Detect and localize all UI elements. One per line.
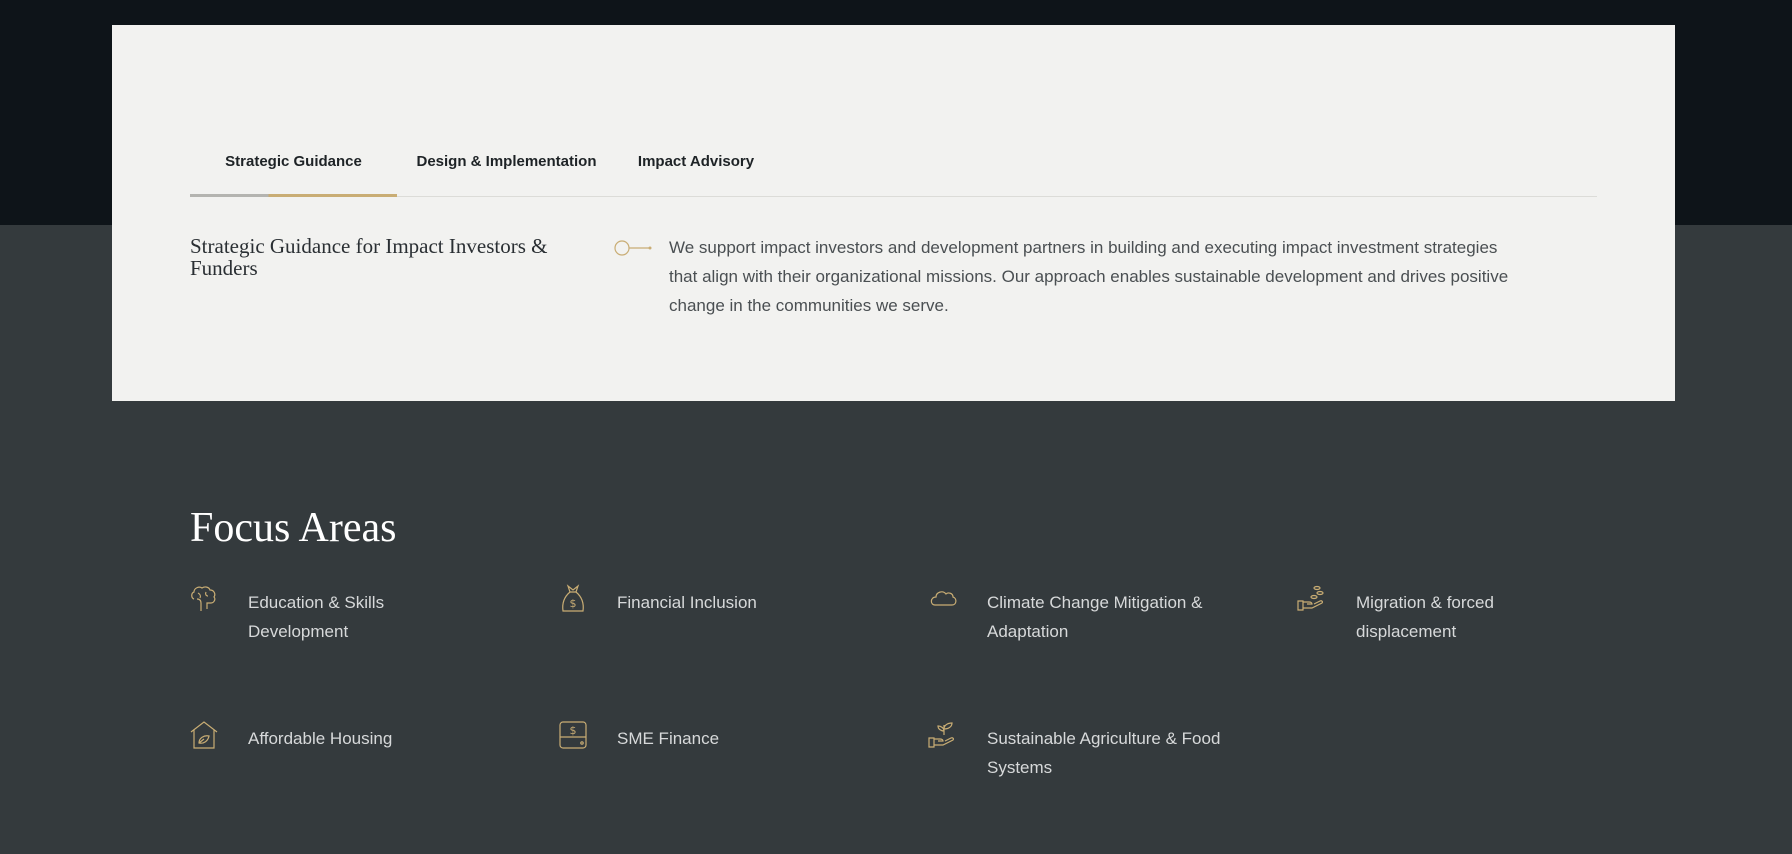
tab-strategic-guidance[interactable]: Strategic Guidance: [190, 122, 397, 197]
focus-item-label: Affordable Housing: [248, 729, 393, 748]
svg-text:$: $: [570, 597, 577, 610]
svg-text:$: $: [570, 724, 577, 737]
focus-item-label: Migration & forced displacement: [1356, 593, 1494, 641]
hand-coins-icon: [1297, 585, 1324, 611]
focus-item-label: Education & Skills Development: [248, 593, 385, 641]
money-bag-icon: $: [562, 584, 584, 612]
tab-design-implementation[interactable]: Design & Implementation: [397, 122, 616, 196]
wallet-dollar-icon: $: [559, 721, 587, 749]
brain-icon: [191, 586, 216, 611]
house-leaf-icon: [190, 721, 218, 749]
focus-item-label: Financial Inclusion: [617, 593, 757, 612]
panel-title: Strategic Guidance for Impact Investors …: [190, 234, 548, 280]
cloud-icon: [930, 591, 957, 606]
service-tabs: Strategic Guidance Design & Implementati…: [190, 122, 1597, 197]
focus-areas-title: Focus Areas: [190, 504, 397, 551]
focus-item-label: Climate Change Mitigation & Adaptation: [987, 593, 1203, 641]
focus-item-label: SME Finance: [617, 729, 720, 748]
key-icon: [614, 240, 652, 256]
tab-impact-advisory[interactable]: Impact Advisory: [616, 122, 776, 196]
services-card: Strategic Guidance Design & Implementati…: [112, 25, 1675, 401]
focus-item-label: Sustainable Agriculture & Food Systems: [987, 729, 1221, 777]
hand-sprout-icon: [928, 722, 954, 748]
panel-description: We support impact investors and developm…: [669, 238, 1509, 315]
